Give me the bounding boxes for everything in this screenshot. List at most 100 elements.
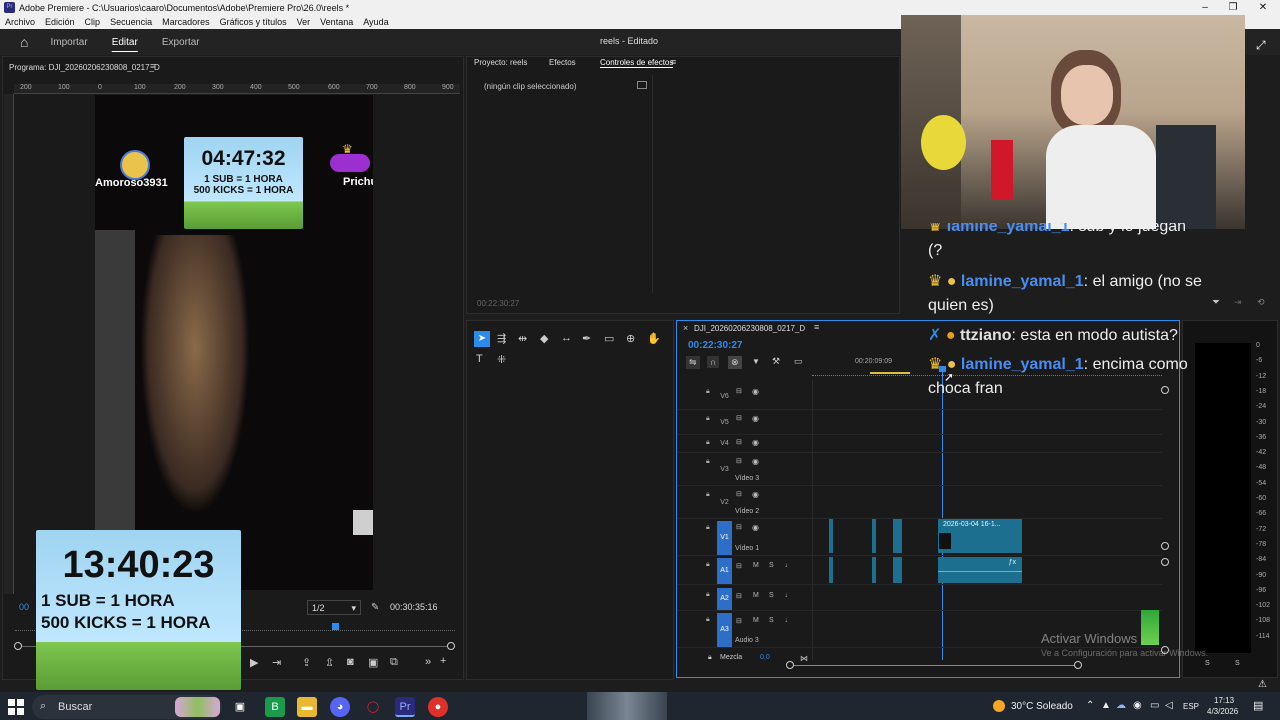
lift-icon[interactable]: ⇪ — [302, 656, 311, 669]
notifications-icon[interactable]: ▤ — [1253, 699, 1263, 712]
track-target-v4[interactable]: V4 — [717, 436, 732, 452]
microphone-icon[interactable]: ♩ — [785, 592, 792, 599]
caption-tool-icon[interactable]: ⁜ — [497, 353, 506, 366]
menu-ventana[interactable]: Ventana — [320, 17, 353, 27]
track-lock-icon[interactable]: 🔒︎ — [706, 415, 710, 423]
menu-graficos[interactable]: Gráficos y títulos — [220, 17, 287, 27]
zoom-tool-icon[interactable]: ⊕ — [626, 332, 635, 345]
add-button-icon[interactable]: + — [440, 655, 446, 667]
audio-clip[interactable] — [829, 557, 833, 583]
home-icon[interactable]: ⌂ — [20, 34, 28, 50]
play-icon[interactable]: ▶ — [250, 656, 258, 669]
solo-button[interactable]: S — [769, 617, 774, 624]
eye-icon[interactable]: ◉ — [752, 523, 759, 532]
captions-icon[interactable]: ▭ — [794, 356, 803, 367]
sync-lock-icon[interactable]: ⊟ — [736, 438, 742, 446]
sync-lock-icon[interactable]: ⊟ — [736, 562, 742, 570]
zoom-handle-right[interactable] — [447, 642, 455, 650]
panel-menu-icon[interactable]: ≡ — [671, 57, 676, 67]
zoom-handle-left[interactable] — [14, 642, 22, 650]
pen-icon[interactable]: ✒ — [582, 332, 591, 345]
language-indicator[interactable]: ESP — [1183, 702, 1199, 711]
mix-control-icon[interactable]: ⋈ — [800, 654, 808, 663]
menu-marcadores[interactable]: Marcadores — [162, 17, 210, 27]
razor-icon[interactable]: ◆ — [540, 332, 548, 345]
solo-left[interactable]: S — [1205, 660, 1210, 667]
solo-right[interactable]: S — [1235, 660, 1240, 667]
sync-lock-icon[interactable]: ⊟ — [736, 414, 742, 422]
track-target-v2[interactable]: V2 — [717, 488, 732, 518]
track-target-v3[interactable]: V3 — [717, 455, 732, 485]
sync-lock-icon[interactable]: ⊟ — [736, 387, 742, 395]
step-forward-icon[interactable]: ⇥ — [272, 656, 281, 669]
eye-icon[interactable]: ◉ — [752, 414, 759, 423]
audio-clip[interactable] — [872, 557, 876, 583]
resolution-select[interactable]: 1/2 ▾ — [307, 600, 361, 615]
sync-lock-icon[interactable]: ⊟ — [736, 592, 742, 600]
video-clip[interactable] — [893, 519, 902, 553]
video-clip[interactable] — [829, 519, 833, 553]
eye-icon[interactable]: ◉ — [752, 438, 759, 447]
vscroll-audio-top-handle[interactable] — [1161, 558, 1169, 566]
tab-controles-efectos[interactable]: Controles de efectos — [600, 58, 674, 68]
filter-icon[interactable]: ⏷ — [1212, 297, 1220, 308]
solo-button[interactable]: S — [769, 562, 774, 569]
vscroll-bottom-handle[interactable] — [1161, 542, 1169, 550]
panel-menu-icon[interactable]: ≡ — [814, 322, 819, 332]
tab-importar[interactable]: Importar — [50, 37, 87, 48]
chrome-icon[interactable]: ● — [428, 697, 448, 717]
track-target-a1[interactable]: A1 — [717, 558, 732, 584]
close-sequence-icon[interactable]: × — [683, 323, 688, 333]
tray-app-icon[interactable]: ▲ — [1101, 700, 1111, 711]
monitor-playhead[interactable] — [332, 623, 339, 630]
extract-icon[interactable]: ⇫ — [325, 656, 334, 669]
premiere-taskbar-icon[interactable]: Pr — [395, 697, 415, 717]
program-timecode[interactable]: 00 — [19, 602, 29, 612]
sync-lock-icon[interactable]: ⊟ — [736, 523, 742, 531]
hand-icon[interactable]: ✋ — [647, 332, 661, 345]
menu-secuencia[interactable]: Secuencia — [110, 17, 152, 27]
selection-tool-icon[interactable]: ➤ — [474, 331, 490, 347]
onedrive-icon[interactable]: ☁ — [1116, 700, 1126, 711]
tray-chevron-icon[interactable]: ⌃ — [1086, 700, 1094, 711]
mute-button[interactable]: M — [753, 617, 759, 624]
solo-button[interactable]: S — [769, 592, 774, 599]
slip-icon[interactable]: ↔ — [561, 332, 572, 344]
eye-icon[interactable]: ◉ — [752, 387, 759, 396]
menu-edicion[interactable]: Edición — [45, 17, 75, 27]
weather-text[interactable]: 30°C Soleado — [1011, 701, 1073, 712]
tab-proyecto[interactable]: Proyecto: reels — [474, 58, 527, 67]
sync-lock-icon[interactable]: ⊟ — [736, 617, 742, 625]
network-icon[interactable]: ▭ — [1150, 700, 1159, 711]
snap-icon[interactable]: ∩ — [707, 356, 720, 368]
audio-clip-a3[interactable] — [1141, 610, 1159, 645]
app-b-icon[interactable]: B — [265, 697, 285, 717]
export-icon[interactable]: ⇥ — [1234, 297, 1242, 308]
expand-icon[interactable] — [637, 81, 647, 89]
tab-exportar[interactable]: Exportar — [162, 37, 200, 48]
microphone-icon[interactable]: ♩ — [785, 617, 792, 624]
volume-icon[interactable]: ◁ — [1165, 700, 1173, 711]
zoom-handle-right[interactable] — [1074, 661, 1082, 669]
timeline-timecode[interactable]: 00:22:30:27 — [688, 340, 742, 351]
reset-icon[interactable]: ⟲ — [1257, 297, 1265, 308]
camera-icon[interactable]: ◙ — [347, 656, 354, 668]
eye-icon[interactable]: ◉ — [752, 490, 759, 499]
wrench-icon[interactable]: ✎ — [371, 602, 379, 613]
tray-icon[interactable]: ◉ — [1133, 700, 1142, 711]
tab-editar[interactable]: Editar — [112, 37, 138, 48]
file-explorer-icon[interactable]: ▬ — [297, 697, 317, 717]
track-lock-icon[interactable]: 🔒︎ — [706, 616, 710, 624]
audio-clip-main[interactable]: ƒx — [938, 557, 1022, 583]
maximize-button[interactable]: ❐ — [1218, 0, 1248, 15]
sync-lock-icon[interactable]: ⊟ — [736, 457, 742, 465]
ripple-edit-icon[interactable]: ⇹ — [518, 332, 527, 345]
panel-menu-icon[interactable]: ≡ — [150, 61, 155, 71]
compare-icon[interactable]: ▣ — [368, 656, 378, 669]
close-button[interactable]: ✕ — [1248, 0, 1278, 15]
timeline-zoom-bar[interactable] — [790, 665, 1078, 666]
clock-time[interactable]: 17:13 — [1214, 696, 1234, 705]
track-lock-icon[interactable]: 🔒︎ — [706, 458, 710, 466]
settings-wrench-icon[interactable]: ⚒ — [772, 356, 780, 367]
mute-button[interactable]: M — [753, 592, 759, 599]
